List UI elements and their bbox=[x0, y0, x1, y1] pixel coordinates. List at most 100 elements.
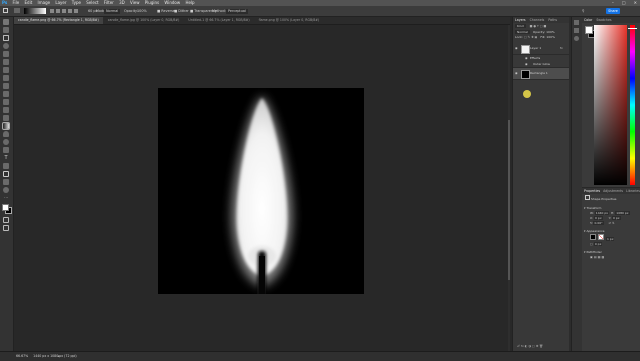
subtract-icon[interactable]: ▤ bbox=[594, 255, 597, 259]
path-select-tool-icon[interactable] bbox=[3, 163, 9, 169]
clone-stamp-tool-icon[interactable] bbox=[3, 99, 9, 105]
combine-icon[interactable]: ▣ bbox=[590, 255, 593, 259]
crop-tool-icon[interactable] bbox=[3, 59, 9, 65]
tab-flame-png[interactable]: flame.png @ 100% (Layer 0, RGB/8#) bbox=[255, 17, 324, 24]
foreground-color-swatch[interactable] bbox=[2, 204, 9, 211]
reverse-checkbox[interactable]: ■ Reverse bbox=[157, 6, 175, 16]
x-input[interactable]: 0 px bbox=[594, 216, 603, 220]
history-brush-tool-icon[interactable] bbox=[3, 107, 9, 113]
home-icon[interactable] bbox=[3, 8, 8, 13]
lasso-tool-icon[interactable] bbox=[3, 43, 9, 49]
maximize-icon[interactable]: □ bbox=[622, 0, 626, 5]
radius-input[interactable]: 0 px bbox=[593, 242, 603, 246]
healing-brush-tool-icon[interactable] bbox=[3, 83, 9, 89]
hue-slider-handle[interactable] bbox=[628, 28, 637, 29]
shape-icon bbox=[585, 195, 590, 200]
visibility-eye-icon[interactable]: ◉ bbox=[515, 68, 518, 79]
close-icon[interactable]: ✕ bbox=[634, 0, 637, 5]
tab-color[interactable]: Color bbox=[584, 18, 592, 22]
flip-icons[interactable]: ⇄ ⇅ bbox=[609, 221, 615, 225]
tab-swatches[interactable]: Swatches bbox=[596, 18, 611, 22]
h-input[interactable]: 1080 px bbox=[615, 211, 630, 215]
lock-fill-row: Lock: □ ✎ ✚ ▣ Fill: 100% bbox=[513, 35, 570, 40]
opacity-label: Opacity: bbox=[124, 9, 138, 13]
brush-tool-icon[interactable] bbox=[3, 91, 9, 97]
document-info[interactable]: 1440 px x 1080 px (72 ppi) bbox=[33, 354, 76, 358]
layer-name[interactable]: Rectangle 1 bbox=[530, 68, 548, 79]
tab-candle-flame-png[interactable]: candle_flame.png @ 66.7% (Rectangle 1, R… bbox=[14, 17, 103, 24]
opacity-input[interactable]: 100% bbox=[137, 6, 147, 16]
gradient-tool-icon[interactable] bbox=[14, 8, 20, 13]
layer-opacity-input[interactable]: 100% bbox=[546, 30, 555, 34]
fill-input[interactable]: 100% bbox=[546, 35, 555, 39]
frame-tool-icon[interactable] bbox=[3, 67, 9, 73]
foreground-color-chip[interactable] bbox=[585, 26, 593, 34]
layer-name[interactable]: Layer 1 bbox=[530, 43, 541, 54]
gradient-preview[interactable] bbox=[24, 8, 46, 14]
zoom-level[interactable]: 66.67% bbox=[16, 354, 28, 358]
layers-footer-icons[interactable]: ☍ fx ◐ ◑ □ ✚ 🗑 bbox=[517, 344, 543, 348]
pathfinder-buttons: ▣ ▤ ▦ ▩ bbox=[582, 255, 640, 260]
lock-icons[interactable]: □ ✎ ✚ ▣ bbox=[524, 35, 538, 39]
tab-channels[interactable]: Channels bbox=[530, 18, 545, 22]
visibility-eye-icon[interactable]: ◉ bbox=[525, 61, 528, 67]
w-input[interactable]: 1440 px bbox=[594, 211, 610, 215]
tab-properties[interactable]: Properties bbox=[584, 189, 600, 193]
cursor-highlight bbox=[523, 90, 531, 98]
artboard-tool-icon[interactable] bbox=[3, 27, 9, 33]
layer-row-layer-1[interactable]: ◉ Layer 1 fx bbox=[513, 43, 570, 55]
move-tool-icon[interactable] bbox=[3, 19, 9, 25]
panel-icon-strip bbox=[571, 17, 582, 351]
dodge-tool-icon[interactable] bbox=[3, 139, 9, 145]
canvas-scrollbar-thumb[interactable] bbox=[508, 120, 510, 280]
blend-mode-select[interactable]: Normal bbox=[515, 30, 530, 34]
method-select[interactable]: Perceptual bbox=[226, 8, 248, 14]
pen-tool-icon[interactable] bbox=[3, 147, 9, 153]
type-tool-icon[interactable]: T bbox=[3, 155, 9, 161]
layer-row-rectangle-1[interactable]: ◉ Rectangle 1 bbox=[513, 68, 570, 80]
dither-checkbox[interactable]: ■ Dither bbox=[174, 6, 189, 16]
kind-filter-select[interactable]: Kind bbox=[515, 24, 526, 28]
tab-paths[interactable]: Paths bbox=[548, 18, 557, 22]
rectangle-tool-icon[interactable] bbox=[3, 171, 9, 177]
hand-tool-icon[interactable] bbox=[3, 179, 9, 185]
tab-layers[interactable]: Layers bbox=[515, 18, 526, 22]
color-field[interactable] bbox=[594, 25, 627, 185]
angle-input[interactable]: 0.00° bbox=[593, 221, 604, 225]
mode-select[interactable]: Normal bbox=[104, 8, 121, 14]
eraser-tool-icon[interactable] bbox=[3, 115, 9, 121]
screen-mode-icon[interactable] bbox=[3, 225, 9, 231]
tab-libraries[interactable]: Libraries bbox=[626, 189, 640, 193]
properties-panel-tabs: Properties Adjustments Libraries bbox=[582, 188, 640, 194]
fx-icon: fx bbox=[560, 46, 563, 50]
filter-icons[interactable]: ■ ● T □ ■ bbox=[530, 24, 547, 28]
minimize-icon[interactable]: – bbox=[612, 0, 614, 5]
gradient-type-icons[interactable] bbox=[50, 9, 80, 13]
visibility-eye-icon[interactable]: ◉ bbox=[515, 43, 518, 54]
quick-select-tool-icon[interactable] bbox=[3, 51, 9, 57]
fill-swatch[interactable] bbox=[590, 234, 596, 240]
document-canvas[interactable] bbox=[158, 88, 364, 294]
stroke-width-input[interactable]: 1 px bbox=[605, 237, 615, 241]
tab-adjustments[interactable]: Adjustments bbox=[603, 189, 623, 193]
properties-panel-icon[interactable] bbox=[574, 28, 579, 33]
w-label: W: bbox=[590, 211, 594, 215]
share-button[interactable]: Share bbox=[606, 8, 620, 14]
hue-slider[interactable] bbox=[630, 25, 635, 185]
quick-mask-icon[interactable] bbox=[3, 217, 9, 223]
exclude-icon[interactable]: ▩ bbox=[601, 255, 604, 259]
history-panel-icon[interactable] bbox=[574, 20, 579, 25]
layer-outer-glow-row[interactable]: ◉ Outer Glow bbox=[513, 61, 570, 68]
eyedropper-tool-icon[interactable] bbox=[3, 75, 9, 81]
zoom-tool-icon[interactable] bbox=[3, 187, 9, 193]
tab-untitled-1[interactable]: Untitled-1 @ 66.7% (Layer 1, RGB/8#) bbox=[184, 17, 253, 24]
y-input[interactable]: 0 px bbox=[611, 216, 621, 220]
stroke-swatch[interactable] bbox=[597, 234, 604, 240]
search-icon[interactable]: ⚲ bbox=[582, 6, 584, 16]
adjustments-panel-icon[interactable] bbox=[574, 36, 579, 41]
blur-tool-icon[interactable] bbox=[3, 131, 9, 137]
more-tools-icon[interactable]: ⋯ bbox=[3, 195, 9, 201]
marquee-tool-icon[interactable] bbox=[3, 35, 9, 41]
gradient-tool-icon[interactable] bbox=[2, 122, 10, 130]
tab-candle-flame-jpg[interactable]: candle_flame.jpg @ 100% (Layer 0, RGB/8#… bbox=[104, 17, 184, 24]
